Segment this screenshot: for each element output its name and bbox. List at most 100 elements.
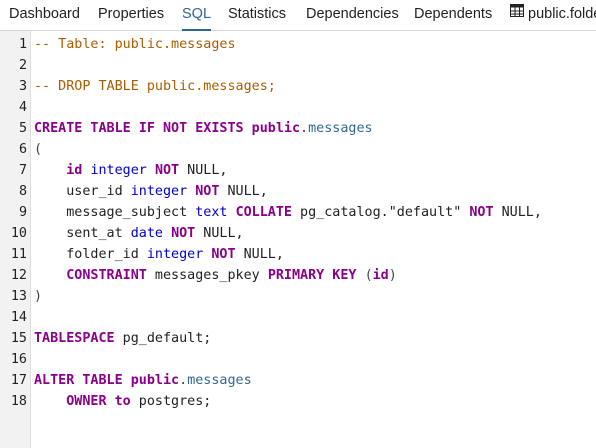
line-number: 10 bbox=[10, 226, 27, 241]
code-token: messages bbox=[187, 373, 252, 388]
tab-public-folders[interactable]: public.folde bbox=[510, 0, 596, 29]
code-token: postgres; bbox=[130, 394, 212, 409]
tab-dashboard[interactable]: Dashboard bbox=[9, 0, 80, 29]
code-area[interactable]: -- Table: public.messages -- DROP TABLE p… bbox=[31, 31, 596, 448]
code-token: NULL, bbox=[235, 247, 284, 262]
code-line[interactable]: CONSTRAINT messages_pkey PRIMARY KEY (id… bbox=[31, 265, 596, 286]
line-number: 2 bbox=[18, 58, 27, 73]
line-number: 16 bbox=[10, 352, 27, 367]
code-line-text: sent_at date NOT NULL, bbox=[34, 223, 244, 244]
code-token: NULL, bbox=[219, 184, 268, 199]
line-number: 8 bbox=[18, 184, 27, 199]
code-token: NOT bbox=[195, 184, 220, 199]
code-token: id bbox=[372, 268, 389, 283]
code-line-text: message_subject text COLLATE pg_catalog.… bbox=[34, 202, 542, 223]
code-line-text: user_id integer NOT NULL, bbox=[34, 181, 268, 202]
code-token: TABLESPACE bbox=[34, 331, 115, 346]
code-token: sent_at bbox=[34, 226, 131, 241]
code-token: NOT bbox=[154, 163, 180, 178]
code-line[interactable]: OWNER to postgres; bbox=[31, 391, 596, 412]
code-line-text: ) bbox=[34, 286, 42, 307]
code-line[interactable]: CREATE TABLE IF NOT EXISTS public.messag… bbox=[31, 118, 596, 139]
code-token: messages bbox=[308, 121, 373, 136]
code-line[interactable]: folder_id integer NOT NULL, bbox=[31, 244, 596, 265]
code-token: ) bbox=[388, 268, 397, 283]
line-number: 6 bbox=[18, 142, 27, 157]
code-line-text: id integer NOT NULL, bbox=[34, 160, 228, 181]
line-number: 13 bbox=[10, 289, 27, 304]
code-token: user_id bbox=[34, 184, 131, 199]
code-token: -- DROP TABLE public.messages; bbox=[34, 79, 276, 94]
tab-sql[interactable]: SQL bbox=[182, 0, 212, 31]
line-number-gutter: 1 2 3 4 5 6 7 8 9 10 11 12 13 14 15 16 17 18 bbox=[0, 31, 31, 448]
code-token: "default" bbox=[388, 205, 462, 220]
code-token: text bbox=[195, 205, 228, 220]
code-token: CONSTRAINT bbox=[66, 268, 147, 283]
code-line[interactable]: -- Table: public.messages bbox=[31, 34, 596, 55]
sql-editor[interactable]: 1 2 3 4 5 6 7 8 9 10 11 12 13 14 15 16 17 18 -- Table: pu… bbox=[0, 31, 596, 448]
line-number: 7 bbox=[18, 163, 27, 178]
code-line-text: -- DROP TABLE public.messages; bbox=[34, 76, 276, 97]
code-line-text: TABLESPACE pg_default; bbox=[34, 328, 211, 349]
code-token: CREATE TABLE IF NOT EXISTS public bbox=[34, 121, 301, 136]
code-token: pg_default; bbox=[114, 331, 212, 346]
code-token: -- Table: public.messages bbox=[34, 37, 236, 52]
code-token: folder_id bbox=[34, 247, 147, 262]
code-line[interactable]: TABLESPACE pg_default; bbox=[31, 328, 596, 349]
code-line[interactable]: ALTER TABLE public.messages bbox=[31, 370, 596, 391]
code-line-text: OWNER to postgres; bbox=[34, 391, 211, 412]
code-line[interactable]: ) bbox=[31, 286, 596, 307]
code-token: OWNER bbox=[66, 394, 107, 409]
code-token: NULL, bbox=[195, 226, 244, 241]
code-token: integer bbox=[90, 163, 147, 178]
code-token: message_subject bbox=[34, 205, 196, 220]
code-token: NOT bbox=[469, 205, 494, 220]
table-icon bbox=[510, 0, 524, 27]
line-number: 11 bbox=[10, 247, 27, 262]
code-token: NULL, bbox=[179, 163, 228, 178]
code-token: integer bbox=[146, 247, 204, 262]
tab-dependencies[interactable]: Dependencies bbox=[306, 0, 399, 29]
code-line[interactable]: -- DROP TABLE public.messages; bbox=[31, 76, 596, 97]
tab-statistics[interactable]: Statistics bbox=[228, 0, 286, 29]
code-line[interactable]: message_subject text COLLATE pg_catalog.… bbox=[31, 202, 596, 223]
code-token: PRIMARY KEY bbox=[267, 268, 357, 283]
code-line-text: ALTER TABLE public.messages bbox=[34, 370, 252, 391]
code-line[interactable] bbox=[31, 97, 596, 118]
code-token: integer bbox=[130, 184, 188, 199]
line-number: 12 bbox=[10, 268, 27, 283]
code-line[interactable] bbox=[31, 349, 596, 370]
code-token: NULL, bbox=[493, 205, 542, 220]
line-number: 3 bbox=[18, 79, 27, 94]
code-line-text: CREATE TABLE IF NOT EXISTS public.messag… bbox=[34, 118, 373, 139]
tab-properties[interactable]: Properties bbox=[98, 0, 164, 29]
code-line[interactable]: id integer NOT NULL, bbox=[31, 160, 596, 181]
code-token: COLLATE bbox=[235, 205, 292, 220]
line-number: 1 bbox=[18, 37, 27, 52]
code-line[interactable]: sent_at date NOT NULL, bbox=[31, 223, 596, 244]
tab-dependents[interactable]: Dependents bbox=[414, 0, 492, 29]
code-line-text: CONSTRAINT messages_pkey PRIMARY KEY (id… bbox=[34, 265, 397, 286]
line-number: 14 bbox=[10, 310, 27, 325]
code-token: NOT bbox=[211, 247, 236, 262]
code-token: NOT bbox=[171, 226, 196, 241]
code-line[interactable]: ( bbox=[31, 139, 596, 160]
code-line-text: -- Table: public.messages bbox=[34, 34, 236, 55]
tab-public-folders-label: public.folde bbox=[528, 6, 596, 22]
code-line-text: folder_id integer NOT NULL, bbox=[34, 244, 284, 265]
code-line[interactable] bbox=[31, 55, 596, 76]
code-line[interactable]: user_id integer NOT NULL, bbox=[31, 181, 596, 202]
line-number: 15 bbox=[10, 331, 27, 346]
code-line[interactable] bbox=[31, 307, 596, 328]
line-number: 5 bbox=[18, 121, 27, 136]
code-token: to bbox=[114, 394, 131, 409]
line-number: 17 bbox=[10, 373, 27, 388]
